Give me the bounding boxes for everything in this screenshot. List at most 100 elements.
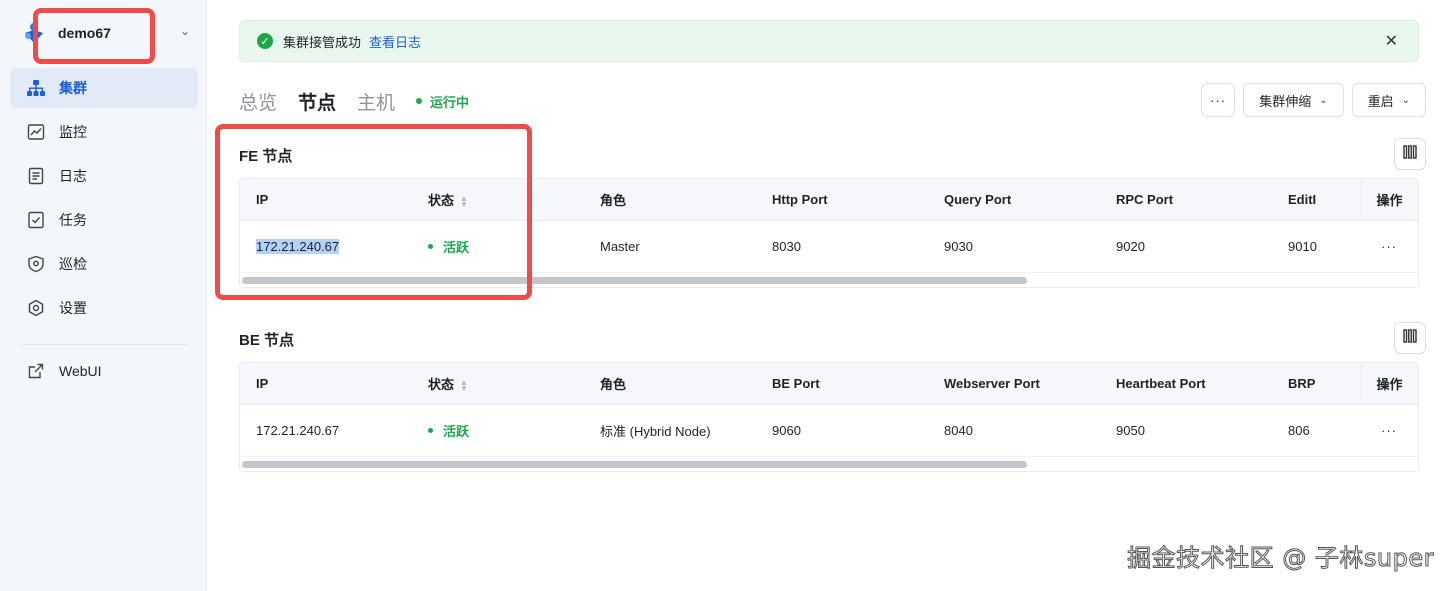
tab-overview[interactable]: 总览 bbox=[239, 88, 277, 115]
external-link-icon bbox=[27, 362, 45, 380]
status-cell: 活跃 bbox=[428, 421, 469, 440]
view-log-link[interactable]: 查看日志 bbox=[369, 32, 421, 51]
row-more-button[interactable]: ··· bbox=[1360, 405, 1418, 456]
watermark: 掘金技术社区 @ 子林super bbox=[1127, 544, 1434, 573]
column-header-heartbeat-port: Heartbeat Port bbox=[1116, 376, 1206, 391]
sidebar-item-label: 巡检 bbox=[59, 256, 87, 272]
sort-icon[interactable]: ▲ ▼ bbox=[460, 194, 468, 208]
log-document-icon bbox=[27, 167, 45, 185]
table-header: IP 状态 ▲ ▼ 角色 Http Port Query Port RPC Port… bbox=[240, 179, 1418, 221]
column-header-status[interactable]: 状态 ▲ ▼ bbox=[428, 190, 468, 209]
sidebar-item-inspection[interactable]: 巡检 bbox=[10, 244, 198, 284]
columns-icon bbox=[1403, 144, 1417, 164]
status-text: 运行中 bbox=[430, 94, 470, 110]
ip-cell: 172.21.240.67 bbox=[256, 423, 340, 438]
success-alert: ✓ 集群接管成功 查看日志 ✕ bbox=[239, 20, 1419, 62]
sidebar-item-label: 任务 bbox=[59, 212, 87, 228]
status-cell: 活跃 bbox=[428, 237, 469, 256]
sidebar-nav: 集群 监控 日志 任务 巡检 设置 bbox=[10, 68, 198, 332]
restart-button[interactable]: 重启 ⌄ bbox=[1351, 83, 1426, 117]
header-actions: ··· 集群伸缩 ⌄ 重启 ⌄ bbox=[1201, 83, 1426, 117]
column-header-role: 角色 bbox=[600, 193, 627, 208]
scrollbar-thumb[interactable] bbox=[242, 277, 1027, 284]
fe-column-settings-button[interactable] bbox=[1394, 138, 1426, 170]
table-row: 172.21.240.67 活跃 Master 8030 9030 9020 9… bbox=[240, 221, 1418, 273]
sidebar-item-label: 日志 bbox=[59, 168, 87, 184]
scrollbar-thumb[interactable] bbox=[242, 461, 1027, 468]
sidebar-item-settings[interactable]: 设置 bbox=[10, 288, 198, 328]
row-more-button[interactable]: ··· bbox=[1360, 221, 1418, 272]
be-port-cell: 9060 bbox=[772, 423, 801, 438]
sidebar-item-label: WebUI bbox=[59, 363, 102, 379]
fe-section-title: FE 节点 bbox=[239, 148, 293, 165]
chevron-down-icon[interactable]: ⌄ bbox=[180, 24, 190, 38]
close-icon[interactable]: ✕ bbox=[1385, 31, 1398, 51]
sidebar-item-webui[interactable]: WebUI bbox=[10, 351, 198, 391]
column-header-http-port: Http Port bbox=[772, 192, 828, 207]
ip-value: 172.21.240.67 bbox=[256, 239, 340, 254]
task-icon bbox=[27, 211, 45, 229]
page-tabs: 总览 节点 主机 运行中 bbox=[239, 88, 469, 114]
table-header: IP 状态 ▲ ▼ 角色 BE Port Webserver Port Heartb… bbox=[240, 363, 1418, 405]
role-cell: Master bbox=[600, 239, 640, 254]
restart-label: 重启 bbox=[1367, 93, 1394, 109]
brpc-port-cell: 806 bbox=[1288, 423, 1310, 438]
heartbeat-port-cell: 9050 bbox=[1116, 423, 1145, 438]
status-value: 活跃 bbox=[443, 240, 470, 255]
column-header-rpc-port: RPC Port bbox=[1116, 192, 1174, 207]
gear-icon bbox=[27, 299, 45, 317]
columns-icon bbox=[1403, 328, 1417, 348]
sort-icon[interactable]: ▲ ▼ bbox=[460, 378, 468, 392]
cluster-scale-label: 集群伸缩 bbox=[1259, 93, 1312, 109]
webserver-port-cell: 8040 bbox=[944, 423, 973, 438]
column-header-label: 状态 bbox=[428, 193, 455, 208]
sidebar-item-monitor[interactable]: 监控 bbox=[10, 112, 198, 152]
sidebar-item-log[interactable]: 日志 bbox=[10, 156, 198, 196]
sidebar-item-label: 监控 bbox=[59, 124, 87, 140]
nav-divider bbox=[22, 344, 188, 345]
column-header-ip: IP bbox=[256, 192, 269, 207]
tab-nodes[interactable]: 节点 bbox=[298, 88, 336, 115]
table-row: 172.21.240.67 活跃 标准 (Hybrid Node) 9060 8… bbox=[240, 405, 1418, 457]
status-value: 活跃 bbox=[443, 424, 470, 439]
column-header-ip: IP bbox=[256, 376, 269, 391]
cluster-scale-button[interactable]: 集群伸缩 ⌄ bbox=[1243, 83, 1344, 117]
chevron-down-icon: ⌄ bbox=[1319, 94, 1328, 106]
column-header-actions: 操作 bbox=[1360, 179, 1418, 220]
tab-hosts[interactable]: 主机 bbox=[357, 88, 395, 115]
status-dot bbox=[428, 428, 433, 433]
sidebar-item-cluster[interactable]: 集群 bbox=[10, 68, 198, 108]
shield-icon bbox=[27, 255, 45, 273]
be-section-title: BE 节点 bbox=[239, 332, 295, 349]
role-cell: 标准 (Hybrid Node) bbox=[600, 424, 711, 439]
more-actions-button[interactable]: ··· bbox=[1201, 83, 1236, 117]
sidebar-item-task[interactable]: 任务 bbox=[10, 200, 198, 240]
http-port-cell: 8030 bbox=[772, 239, 801, 254]
cluster-name: demo67 bbox=[58, 25, 111, 41]
status-dot bbox=[428, 244, 433, 249]
column-header-label: 状态 bbox=[428, 377, 455, 392]
alert-message: 集群接管成功 bbox=[283, 34, 362, 50]
fe-nodes-table: IP 状态 ▲ ▼ 角色 Http Port Query Port RPC Port… bbox=[239, 178, 1419, 288]
column-header-webserver-port: Webserver Port bbox=[944, 376, 1040, 391]
check-circle-icon: ✓ bbox=[257, 33, 273, 49]
query-port-cell: 9030 bbox=[944, 239, 973, 254]
ip-cell: 172.21.240.67 bbox=[256, 239, 340, 254]
monitor-chart-icon bbox=[27, 123, 45, 141]
be-nodes-table: IP 状态 ▲ ▼ 角色 BE Port Webserver Port Heartb… bbox=[239, 362, 1419, 472]
sidebar-item-label: 设置 bbox=[59, 300, 87, 316]
sidebar-item-label: 集群 bbox=[59, 80, 87, 96]
sidebar: demo67 ⌄ 集群 监控 日志 任务 巡检 设置 WebUI bbox=[0, 0, 207, 591]
column-header-brpc-port: BRP bbox=[1288, 376, 1316, 391]
cluster-switcher[interactable]: demo67 ⌄ bbox=[22, 14, 198, 52]
column-header-actions: 操作 bbox=[1360, 363, 1418, 404]
be-column-settings-button[interactable] bbox=[1394, 322, 1426, 354]
column-header-be-port: BE Port bbox=[772, 376, 820, 391]
column-header-status[interactable]: 状态 ▲ ▼ bbox=[428, 374, 468, 393]
column-header-edit-log-port: EditI bbox=[1288, 192, 1317, 207]
column-header-role: 角色 bbox=[600, 377, 627, 392]
status-dot bbox=[416, 98, 423, 104]
horizontal-scrollbar[interactable] bbox=[240, 273, 1418, 287]
horizontal-scrollbar[interactable] bbox=[240, 457, 1418, 471]
cluster-status-badge: 运行中 bbox=[416, 92, 469, 111]
